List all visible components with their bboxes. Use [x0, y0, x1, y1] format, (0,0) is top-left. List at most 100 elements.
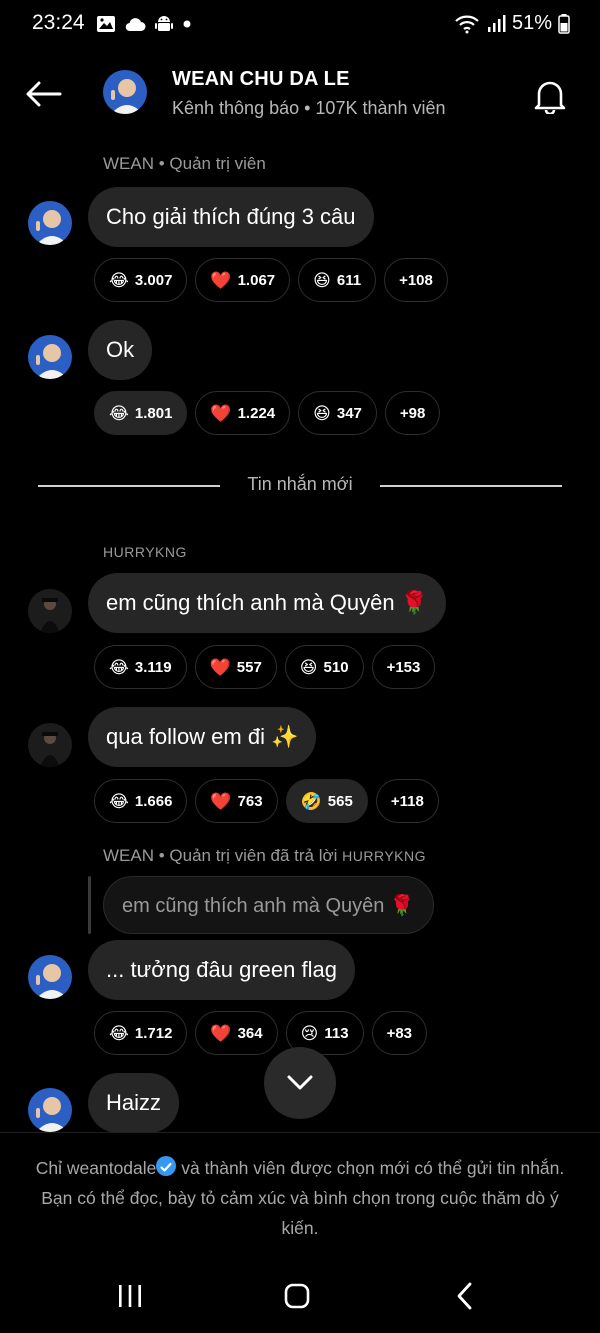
reaction-count: 1.801 — [134, 404, 173, 422]
reaction-chip[interactable]: 😆 510 — [284, 645, 364, 689]
heart-emoji-icon: ❤️ — [210, 403, 232, 423]
avatar[interactable] — [28, 201, 72, 245]
avatar[interactable] — [28, 335, 72, 379]
reaction-count: 1.666 — [134, 792, 173, 810]
android-icon — [155, 16, 173, 31]
notification-icons — [96, 14, 192, 34]
signal-icon — [487, 14, 506, 32]
footer-username[interactable]: weantodale — [67, 1158, 157, 1178]
laughing-emoji-icon: 😂 — [109, 270, 129, 290]
more-reactions-chip[interactable]: +98 — [384, 391, 441, 435]
laughing-emoji-icon: 😂 — [109, 1023, 129, 1043]
heart-emoji-icon: ❤️ — [209, 657, 231, 677]
message-bubble[interactable]: Haizz — [88, 1073, 180, 1133]
reaction-count: 557 — [236, 658, 262, 676]
laughing-emoji-icon: 😂 — [109, 657, 129, 677]
cloud-icon — [125, 18, 146, 32]
chevron-down-icon — [287, 1075, 313, 1090]
reaction-count: 364 — [237, 1024, 263, 1042]
reaction-count: 3.119 — [134, 658, 172, 676]
reaction-count: 347 — [336, 404, 362, 422]
rofl-emoji-icon: 🤣 — [300, 791, 322, 811]
message-bubble[interactable]: Cho giải thích đúng 3 câu — [88, 187, 374, 247]
dot-icon — [183, 20, 191, 28]
message-bubble[interactable]: qua follow em đi ✨ — [88, 707, 317, 767]
recent-apps-button[interactable] — [110, 1280, 150, 1312]
heart-emoji-icon: ❤️ — [210, 1023, 232, 1043]
reaction-chip[interactable]: ❤️ 1.224 — [195, 391, 291, 435]
avatar[interactable] — [28, 589, 72, 633]
channel-subtitle: Kênh thông báo • 107K thành viên — [172, 98, 446, 118]
heart-emoji-icon: ❤️ — [210, 270, 232, 290]
reply-sender: WEAN • Quản trị viên đã trả lời — [103, 846, 338, 865]
channel-avatar[interactable] — [103, 70, 147, 114]
reaction-bar: 😂 3.007 ❤️ 1.067 😆 611 +108 — [94, 258, 448, 302]
reaction-count: 763 — [237, 792, 263, 810]
channel-title: WEAN CHU DA LE — [172, 68, 350, 90]
laughing-emoji-icon: 😂 — [109, 403, 129, 423]
reaction-chip[interactable]: ❤️ 557 — [194, 645, 277, 689]
heart-emoji-icon: ❤️ — [210, 791, 232, 811]
system-navigation-bar — [0, 1258, 600, 1333]
reaction-count: 113 — [324, 1024, 349, 1042]
message-bubble[interactable]: ... tưởng đâu green flag — [88, 940, 355, 1000]
reaction-chip[interactable]: 😂 1.712 — [94, 1011, 188, 1055]
reaction-chip[interactable]: 😂 3.007 — [94, 258, 188, 302]
message-sender: WEAN • Quản trị viên — [103, 154, 266, 173]
avatar[interactable] — [28, 1088, 72, 1132]
battery-percent: 51% — [511, 12, 552, 34]
wifi-icon — [455, 15, 479, 33]
more-reactions-chip[interactable]: +153 — [371, 645, 436, 689]
reaction-chip[interactable]: ❤️ 763 — [195, 779, 278, 823]
reply-sender-line: WEAN • Quản trị viên đã trả lời HURRYKNG — [103, 846, 426, 866]
reply-indicator-bar — [88, 876, 91, 934]
system-icons: 51% — [454, 12, 570, 35]
notification-bell-button[interactable] — [530, 76, 570, 116]
reaction-count: 1.712 — [134, 1024, 173, 1042]
reaction-chip[interactable]: 😂 1.666 — [94, 779, 188, 823]
reaction-chip[interactable]: 😂 3.119 — [94, 645, 187, 689]
more-reactions-chip[interactable]: +108 — [384, 258, 448, 302]
reaction-bar: 😂 1.666 ❤️ 763 🤣 565 +118 — [94, 779, 439, 823]
reaction-bar: 😂 3.119 ❤️ 557 😆 510 +153 — [94, 645, 436, 689]
status-bar: 23:24 51% — [0, 0, 600, 50]
channel-footer: Chỉ weantodale và thành viên được chọn m… — [0, 1132, 600, 1252]
reaction-chip[interactable]: 😆 611 — [298, 258, 377, 302]
message-bubble[interactable]: em cũng thích anh mà Quyên 🌹 — [88, 573, 447, 633]
footer-prefix: Chỉ — [35, 1158, 62, 1178]
reaction-bar: 😂 1.712 ❤️ 364 😢 113 +83 — [94, 1011, 428, 1055]
reply-to-user: HURRYKNG — [342, 848, 427, 864]
crying-emoji-icon: 😢 — [300, 1023, 319, 1043]
laughing-emoji-icon: 😂 — [109, 791, 129, 811]
channel-header: WEAN CHU DA LE Kênh thông báo • 107K thà… — [0, 56, 600, 132]
verified-badge-icon — [156, 1156, 177, 1176]
reaction-chip-selected[interactable]: 🤣 565 — [285, 779, 368, 823]
back-nav-button[interactable] — [445, 1280, 485, 1312]
reaction-count: 510 — [323, 658, 349, 676]
reaction-chip-selected[interactable]: 😂 1.801 — [94, 391, 188, 435]
status-time: 23:24 — [32, 11, 85, 34]
arrow-left-icon — [26, 81, 62, 107]
more-reactions-chip[interactable]: +118 — [375, 779, 439, 823]
reaction-bar: 😂 1.801 ❤️ 1.224 😆 347 +98 — [94, 391, 441, 435]
reaction-chip[interactable]: ❤️ 1.067 — [195, 258, 291, 302]
grinning-emoji-icon: 😆 — [313, 403, 331, 423]
scroll-to-bottom-button[interactable] — [264, 1047, 336, 1119]
reaction-count: 1.067 — [237, 271, 276, 289]
back-chevron-icon — [457, 1282, 472, 1310]
avatar[interactable] — [28, 723, 72, 767]
quoted-message[interactable]: em cũng thích anh mà Quyên 🌹 — [103, 876, 434, 934]
divider-line-right — [380, 485, 562, 487]
message-bubble[interactable]: Ok — [88, 320, 153, 380]
home-button[interactable] — [277, 1280, 317, 1312]
more-reactions-chip[interactable]: +83 — [371, 1011, 428, 1055]
reaction-chip[interactable]: 😆 347 — [298, 391, 377, 435]
gallery-icon — [97, 16, 115, 32]
reaction-chip[interactable]: ❤️ 364 — [195, 1011, 278, 1055]
reaction-count: 611 — [336, 271, 362, 289]
home-icon — [284, 1283, 310, 1309]
back-button[interactable] — [22, 76, 64, 112]
reaction-count: 3.007 — [134, 271, 173, 289]
battery-icon — [558, 13, 570, 34]
avatar[interactable] — [28, 955, 72, 999]
